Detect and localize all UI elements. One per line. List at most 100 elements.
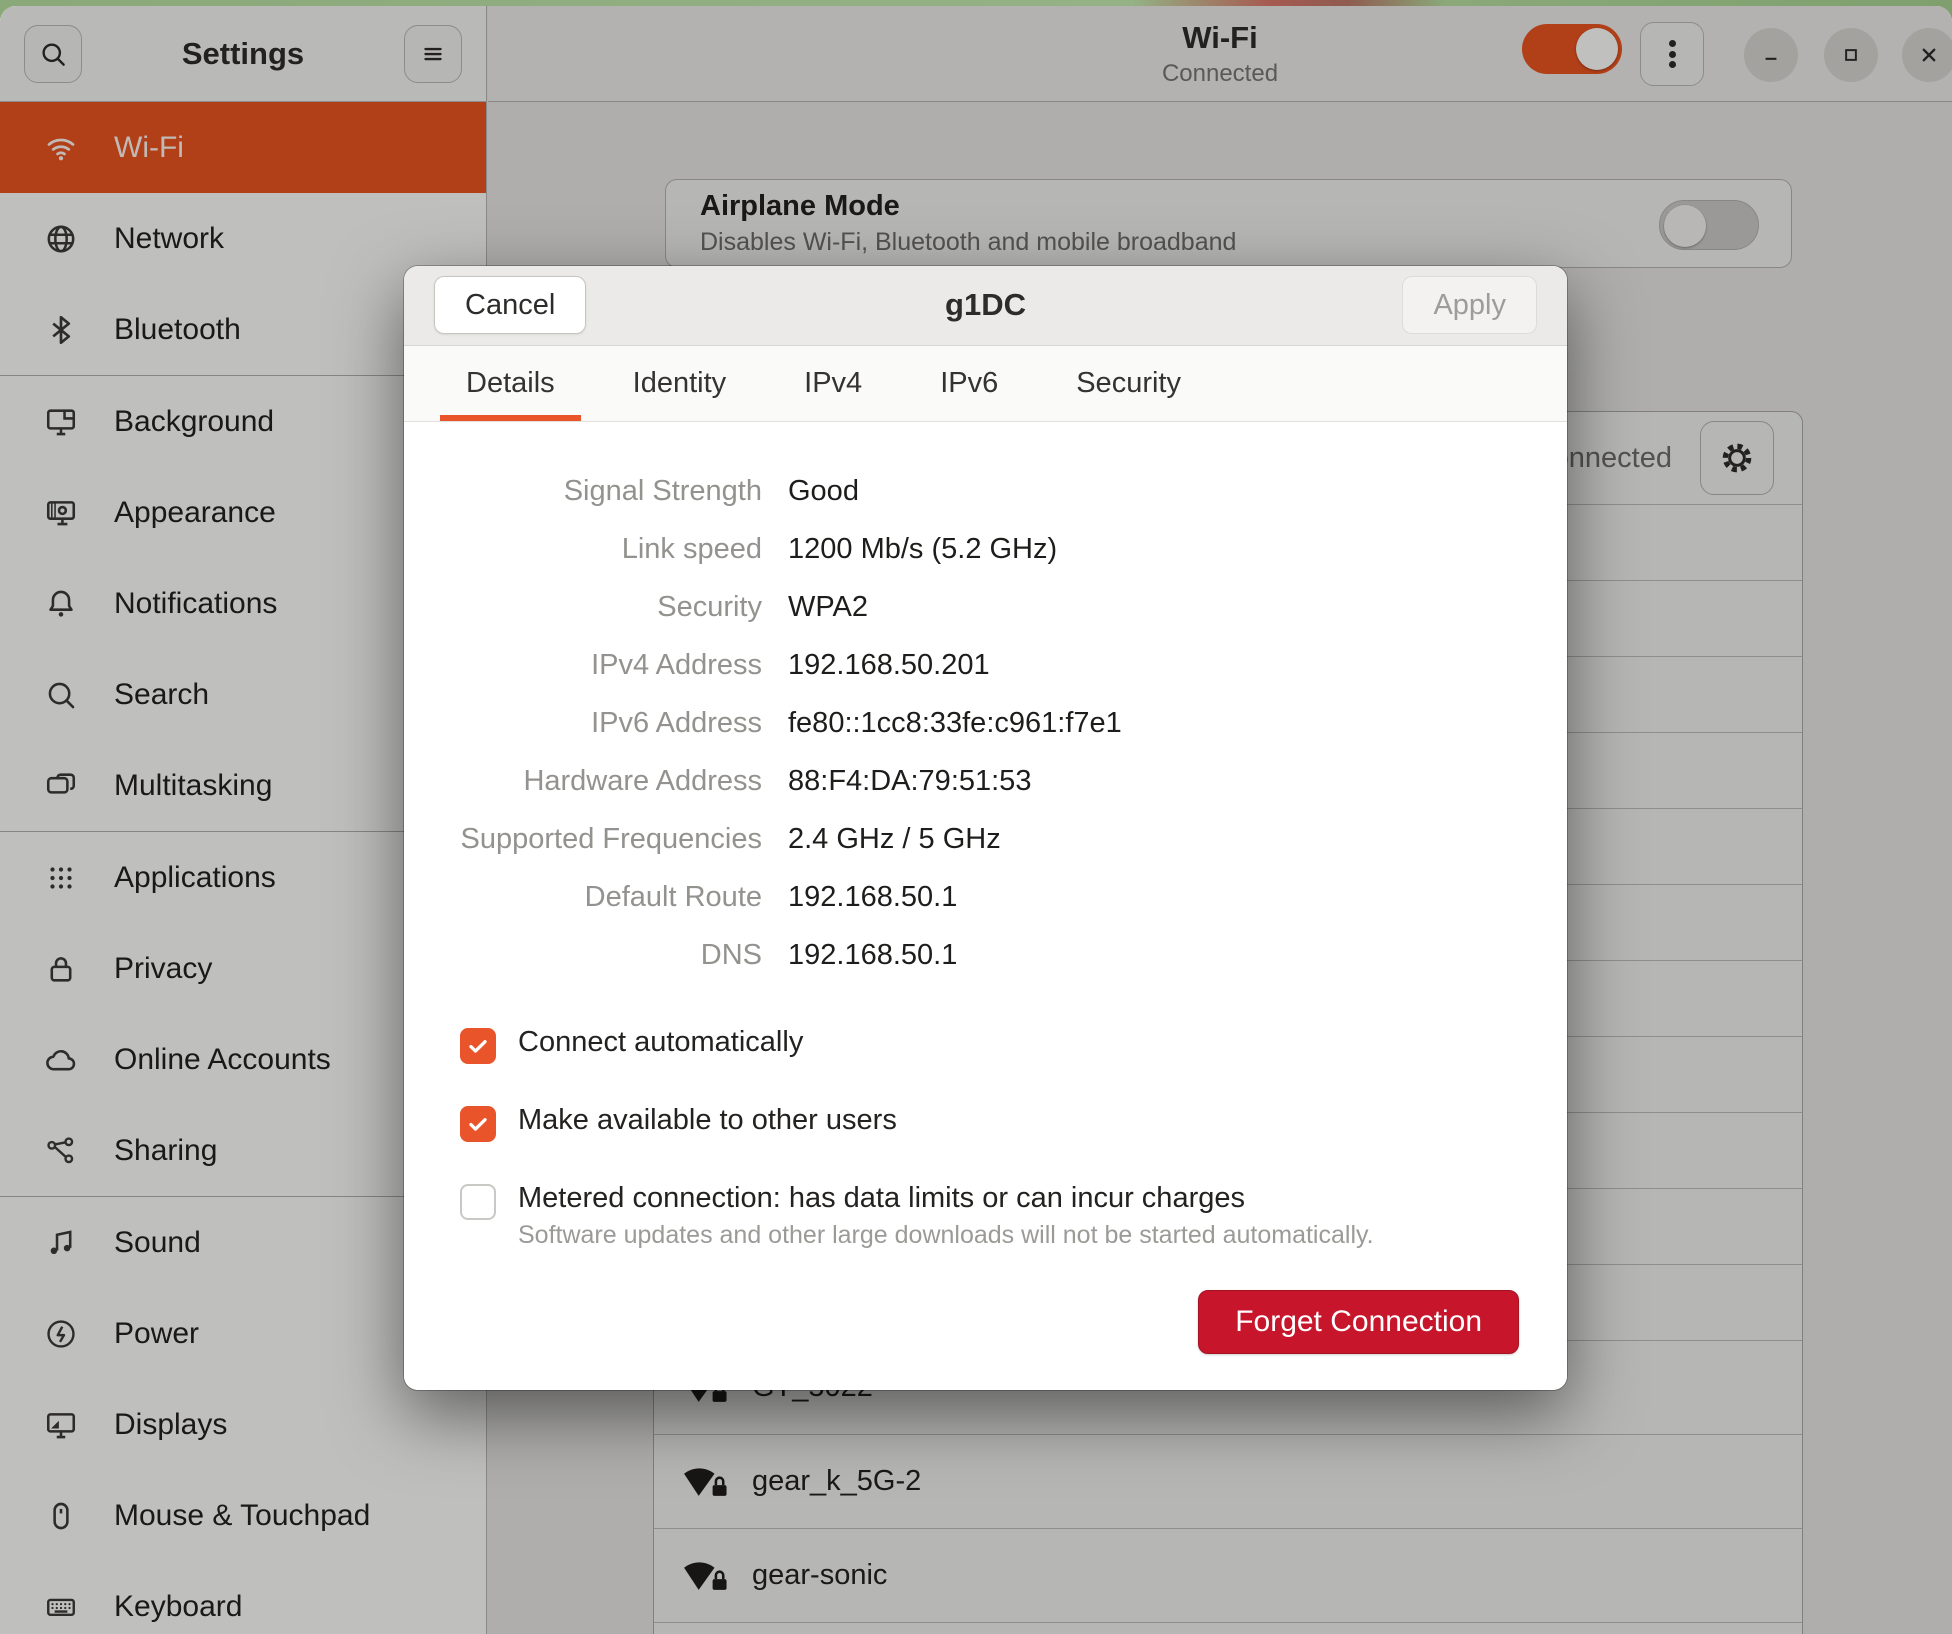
sidebar-item-label: Keyboard — [114, 1590, 242, 1624]
checkmark-icon — [465, 1111, 491, 1137]
forget-connection-area: Forget Connection — [404, 1290, 1519, 1354]
cancel-button[interactable]: Cancel — [434, 276, 586, 334]
checkbox-row-metered-connection[interactable]: Metered connection: has data limits or c… — [460, 1182, 1519, 1250]
sidebar-item-label: Network — [114, 222, 224, 256]
detail-label: Supported Frequencies — [404, 823, 762, 856]
detail-label: Default Route — [404, 881, 762, 914]
network-row-gear-sonic[interactable]: gear-sonic — [654, 1529, 1802, 1623]
detail-value: 192.168.50.201 — [788, 649, 990, 682]
cloud-icon — [44, 1043, 78, 1077]
sidebar-item-wifi[interactable]: Wi-Fi — [0, 102, 486, 193]
kebab-icon — [1669, 37, 1676, 72]
settings-window: Settings Wi-Fi Network Bluetooth — [0, 6, 1952, 1634]
detail-value: 1200 Mb/s (5.2 GHz) — [788, 533, 1057, 566]
detail-row-default-route: Default Route 192.168.50.1 — [404, 868, 1519, 926]
network-row-gear-k-5g2[interactable]: gear_k_5G-2 — [654, 1435, 1802, 1529]
tab-ipv4[interactable]: IPv4 — [778, 346, 888, 421]
wifi-lock-icon — [682, 1463, 730, 1501]
airplane-mode-row: Airplane Mode Disables Wi-Fi, Bluetooth … — [665, 179, 1792, 268]
checkbox-row-connect-automatically[interactable]: Connect automatically — [460, 1026, 1519, 1064]
maximize-icon — [1838, 42, 1864, 68]
detail-label: Link speed — [404, 533, 762, 566]
mouse-icon — [44, 1499, 78, 1533]
sidebar-item-label: Notifications — [114, 587, 277, 621]
search-icon — [38, 39, 68, 69]
wifi-lock-icon — [682, 1557, 730, 1595]
tab-details[interactable]: Details — [440, 346, 581, 421]
appearance-icon — [44, 496, 78, 530]
checkbox-label: Connect automatically — [518, 1026, 803, 1059]
detail-row-link-speed: Link speed 1200 Mb/s (5.2 GHz) — [404, 520, 1519, 578]
sidebar-item-displays[interactable]: Displays — [0, 1379, 486, 1470]
sidebar-item-keyboard[interactable]: Keyboard — [0, 1561, 486, 1634]
minimize-button[interactable] — [1744, 28, 1798, 82]
detail-row-dns: DNS 192.168.50.1 — [404, 926, 1519, 984]
airplane-mode-toggle[interactable] — [1659, 200, 1759, 250]
detail-value: 192.168.50.1 — [788, 881, 957, 914]
wifi-toggle[interactable] — [1522, 24, 1622, 74]
menu-button[interactable] — [404, 25, 462, 83]
apply-button[interactable]: Apply — [1402, 276, 1537, 334]
gear-icon — [1717, 438, 1757, 478]
checkbox-row-make-available[interactable]: Make available to other users — [460, 1104, 1519, 1142]
detail-row-signal-strength: Signal Strength Good — [404, 462, 1519, 520]
network-ssid: gear_k_5G-2 — [752, 1465, 921, 1498]
detail-row-ipv4-address: IPv4 Address 192.168.50.201 — [404, 636, 1519, 694]
app-title: Settings — [82, 36, 404, 72]
app-grid-icon — [44, 861, 78, 895]
checkbox-label: Make available to other users — [518, 1104, 897, 1137]
windows-icon — [44, 769, 78, 803]
sidebar-item-label: Power — [114, 1317, 199, 1351]
sidebar-item-label: Sharing — [114, 1134, 217, 1168]
sidebar-item-label: Privacy — [114, 952, 212, 986]
detail-label: IPv4 Address — [404, 649, 762, 682]
detail-label: Signal Strength — [404, 475, 762, 508]
sidebar-item-label: Search — [114, 678, 209, 712]
sidebar-item-label: Bluetooth — [114, 313, 241, 347]
sidebar-item-label: Multitasking — [114, 769, 272, 803]
detail-value: 88:F4:DA:79:51:53 — [788, 765, 1031, 798]
bluetooth-icon — [44, 313, 78, 347]
display-icon — [44, 1408, 78, 1442]
keyboard-icon — [44, 1590, 78, 1624]
tab-ipv6[interactable]: IPv6 — [914, 346, 1024, 421]
detail-label: Hardware Address — [404, 765, 762, 798]
detail-value: fe80::1cc8:33fe:c961:f7e1 — [788, 707, 1122, 740]
network-settings-button[interactable] — [1700, 421, 1774, 495]
detail-row-hardware-address: Hardware Address 88:F4:DA:79:51:53 — [404, 752, 1519, 810]
dialog-title: g1DC — [945, 287, 1026, 323]
network-details-dialog: Cancel g1DC Apply Details Identity IPv4 … — [404, 266, 1567, 1390]
sidebar-item-label: Background — [114, 405, 274, 439]
globe-icon — [44, 222, 78, 256]
detail-value: 192.168.50.1 — [788, 939, 957, 972]
connect-automatically-checkbox[interactable] — [460, 1028, 496, 1064]
detail-row-supported-frequencies: Supported Frequencies 2.4 GHz / 5 GHz — [404, 810, 1519, 868]
dialog-tabs: Details Identity IPv4 IPv6 Security — [404, 346, 1567, 422]
airplane-toggle-knob — [1664, 205, 1706, 247]
hamburger-icon — [418, 39, 448, 69]
music-note-icon — [44, 1226, 78, 1260]
share-icon — [44, 1134, 78, 1168]
detail-value: Good — [788, 475, 859, 508]
network-row[interactable] — [654, 1623, 1802, 1634]
search-button[interactable] — [24, 25, 82, 83]
sidebar-item-mouse-touchpad[interactable]: Mouse & Touchpad — [0, 1470, 486, 1561]
dialog-headerbar: Cancel g1DC Apply — [404, 266, 1567, 346]
forget-connection-button[interactable]: Forget Connection — [1198, 1290, 1519, 1354]
close-icon — [1915, 41, 1943, 69]
make-available-checkbox[interactable] — [460, 1106, 496, 1142]
sidebar-item-label: Appearance — [114, 496, 276, 530]
maximize-button[interactable] — [1824, 28, 1878, 82]
page-title-group: Wi-Fi Connected — [1162, 20, 1278, 88]
close-button[interactable] — [1902, 28, 1952, 82]
more-options-button[interactable] — [1640, 22, 1704, 86]
minimize-icon — [1758, 42, 1784, 68]
wifi-toggle-knob — [1576, 28, 1618, 70]
page-subtitle: Connected — [1162, 60, 1278, 88]
tab-security[interactable]: Security — [1050, 346, 1207, 421]
metered-connection-checkbox[interactable] — [460, 1184, 496, 1220]
sidebar-header: Settings — [0, 6, 486, 102]
sidebar-item-label: Online Accounts — [114, 1043, 331, 1077]
tab-identity[interactable]: Identity — [607, 346, 753, 421]
checkbox-label: Metered connection: has data limits or c… — [518, 1182, 1374, 1215]
